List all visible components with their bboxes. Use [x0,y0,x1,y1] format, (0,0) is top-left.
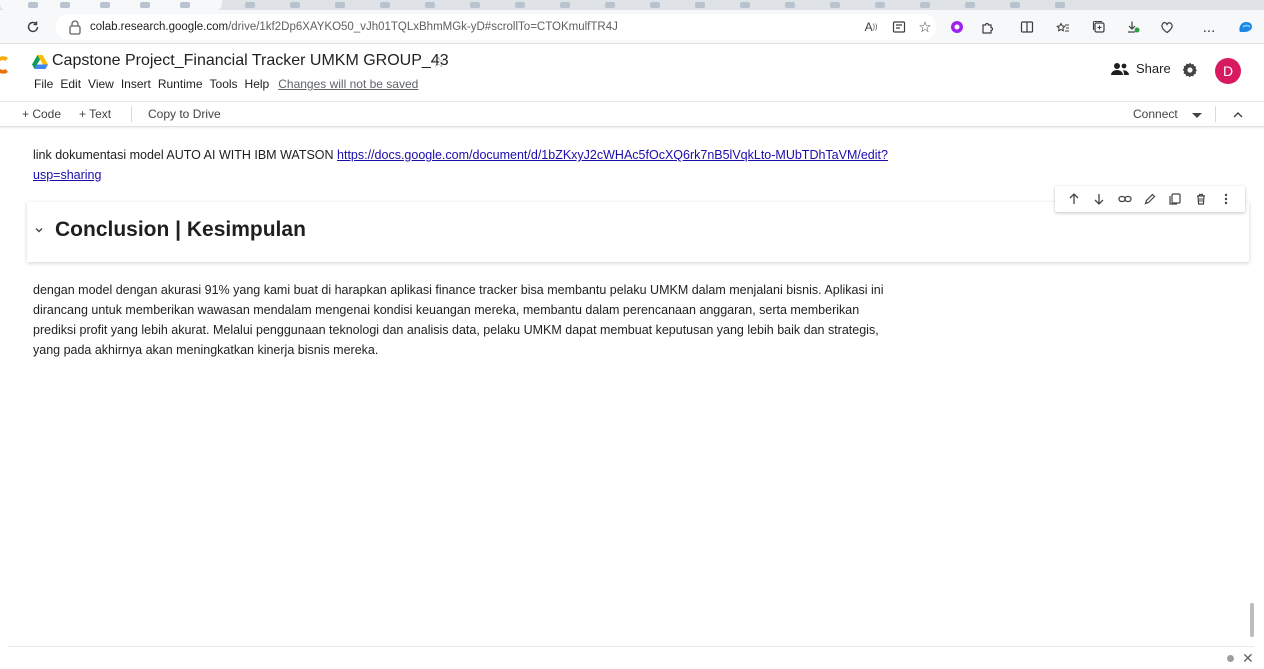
tab-favicon-icon[interactable] [875,2,885,8]
cell-toolbar [1055,186,1245,212]
unsaved-notice-link[interactable]: Changes will not be saved [278,77,418,91]
tab-favicon-icon[interactable] [28,2,38,8]
tab-favicon-icon[interactable] [605,2,615,8]
google-drive-icon [32,55,48,69]
url-text: colab.research.google.com/drive/1kf2Dp6X… [90,21,618,33]
tab-favicon-icon[interactable] [920,2,930,8]
add-text-button[interactable]: + Text [79,107,111,121]
link-to-cell-icon[interactable] [1116,190,1134,208]
tab-favicon-icon[interactable] [140,2,150,8]
tab-favicon-icon[interactable] [1010,2,1020,8]
reload-icon[interactable] [22,16,44,38]
favorites-list-icon[interactable] [1052,16,1074,38]
tab-favicon-icon[interactable] [515,2,525,8]
menu-bar: File Edit View Insert Runtime Tools Help… [34,77,425,91]
browser-tab-strip [0,0,1264,10]
tab-favicon-icon[interactable] [60,2,70,8]
tab-favicon-icon[interactable] [290,2,300,8]
footer-divider [8,646,1254,647]
user-avatar[interactable]: D [1215,58,1241,84]
menu-runtime[interactable]: Runtime [158,77,203,91]
connect-dropdown-icon[interactable] [1192,113,1202,118]
close-icon[interactable]: ✕ [1242,650,1254,667]
collections-icon[interactable] [1088,16,1110,38]
collapse-header-chevron-up-icon[interactable] [1232,109,1244,121]
immersive-reader-icon[interactable] [888,16,910,38]
copilot-icon[interactable] [1234,16,1256,38]
menu-file[interactable]: File [34,77,53,91]
edit-pencil-icon[interactable] [1141,190,1159,208]
tab-favicon-icon[interactable] [180,2,190,8]
connect-button[interactable]: Connect [1133,107,1178,121]
link-prefix-text: link dokumentasi model AUTO AI WITH IBM … [33,148,338,162]
tab-favicon-icon[interactable] [965,2,975,8]
notebook-title[interactable]: Capstone Project_Financial Tracker UMKM … [52,52,449,70]
more-options-icon[interactable] [1217,190,1235,208]
star-icon[interactable]: ☆ [432,53,445,71]
toolbar-divider [1215,106,1216,122]
extension-purple-icon[interactable] [946,16,968,38]
tab-favicon-icon[interactable] [1055,2,1065,8]
notebook-toolbar: + Code + Text Copy to Drive Connect [0,101,1264,127]
tab-favicon-icon[interactable] [245,2,255,8]
documentation-link-text: link dokumentasi model AUTO AI WITH IBM … [33,145,893,185]
tab-favicon-icon[interactable] [100,2,110,8]
tab-favicon-icon[interactable] [785,2,795,8]
browser-address-bar: colab.research.google.com/drive/1kf2Dp6X… [0,10,1264,44]
read-aloud-icon[interactable]: A)) [860,16,882,38]
section-heading: Conclusion | Kesimpulan [55,218,306,241]
conclusion-paragraph: dengan model dengan akurasi 91% yang kam… [33,283,884,357]
toolbar-divider [131,106,132,122]
delete-cell-icon[interactable] [1192,190,1210,208]
status-dot-icon [1227,655,1234,662]
menu-insert[interactable]: Insert [121,77,151,91]
colab-logo-icon[interactable] [0,54,22,76]
tab-favicon-icon[interactable] [470,2,480,8]
copy-to-drive-button[interactable]: Copy to Drive [148,107,221,121]
move-cell-up-icon[interactable] [1065,190,1083,208]
downloads-icon[interactable] [1122,16,1144,38]
share-label: Share [1136,61,1171,76]
move-cell-down-icon[interactable] [1090,190,1108,208]
favorite-star-icon[interactable]: ☆ [914,16,936,38]
add-code-button[interactable]: + Code [22,107,61,121]
settings-gear-icon[interactable] [1182,62,1198,78]
scrollbar-thumb[interactable] [1250,603,1254,637]
tab-favicon-icon[interactable] [650,2,660,8]
tab-favicon-icon[interactable] [830,2,840,8]
menu-tools[interactable]: Tools [210,77,238,91]
menu-help[interactable]: Help [245,77,270,91]
people-icon [1111,62,1129,75]
menu-view[interactable]: View [88,77,114,91]
split-screen-icon[interactable] [1016,16,1038,38]
tab-favicon-icon[interactable] [380,2,390,8]
tab-favicon-icon[interactable] [695,2,705,8]
more-icon[interactable]: ... [1198,16,1220,38]
mirror-cell-icon[interactable] [1166,190,1184,208]
tab-favicon-icon[interactable] [560,2,570,8]
share-button[interactable]: Share [1110,61,1171,76]
collapse-section-chevron-icon[interactable] [33,224,45,236]
tab-favicon-icon[interactable] [335,2,345,8]
tab-favicon-icon[interactable] [425,2,435,8]
browser-essentials-icon[interactable] [1156,16,1178,38]
extensions-puzzle-icon[interactable] [976,16,998,38]
tab-favicon-icon[interactable] [740,2,750,8]
url-input[interactable]: colab.research.google.com/drive/1kf2Dp6X… [56,14,936,40]
lock-icon[interactable] [68,19,82,35]
menu-edit[interactable]: Edit [60,77,81,91]
